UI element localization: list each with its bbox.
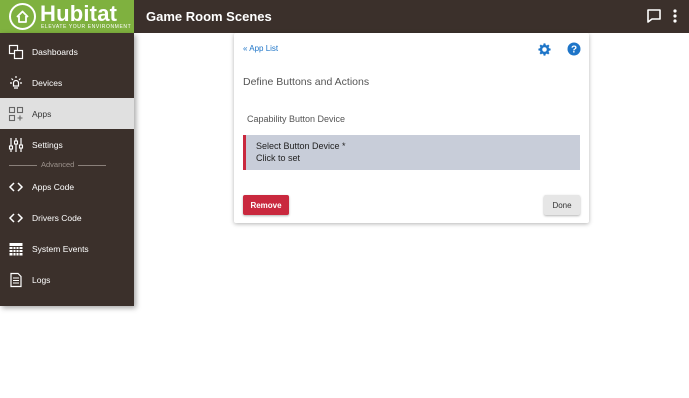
svg-text:?: ? [571, 45, 577, 56]
page-title: Game Room Scenes [146, 9, 272, 24]
sidebar-item-devices[interactable]: Devices [0, 67, 134, 98]
selector-subtitle: Click to set [256, 153, 301, 163]
divider-line [78, 165, 106, 166]
sidebar-item-system-events[interactable]: System Events [0, 233, 134, 264]
divider-label: Advanced [41, 160, 75, 169]
sidebar-item-label: System Events [32, 243, 89, 254]
sidebar-item-apps[interactable]: Apps [0, 98, 134, 129]
sidebar-item-settings[interactable]: Settings [0, 129, 134, 160]
gear-icon[interactable] [538, 43, 551, 56]
dashboards-icon [8, 44, 24, 60]
brand-tagline: ELEVATE YOUR ENVIRONMENT [41, 24, 132, 30]
advanced-divider: Advanced [0, 160, 134, 170]
settings-sliders-icon [8, 137, 24, 153]
section-label: Capability Button Device [247, 114, 346, 124]
document-icon [8, 272, 24, 288]
app-config-card: « App List ? Define Buttons and Actions … [234, 33, 589, 223]
sidebar-item-apps-code[interactable]: Apps Code [0, 171, 134, 202]
button-device-selector[interactable]: Select Button Device * Click to set [243, 135, 580, 170]
house-icon [9, 3, 36, 30]
more-vertical-icon[interactable] [666, 7, 684, 25]
selector-title: Select Button Device * [256, 141, 346, 151]
sidebar-item-label: Apps [32, 108, 52, 119]
hubitat-logo[interactable]: Hubitat ELEVATE YOUR ENVIRONMENT [0, 0, 134, 33]
sidebar-item-label: Apps Code [32, 181, 75, 192]
sidebar-item-label: Logs [32, 274, 51, 285]
sidebar-item-dashboards[interactable]: Dashboards [0, 36, 134, 67]
chat-icon[interactable] [645, 7, 663, 25]
sidebar-item-logs[interactable]: Logs [0, 264, 134, 295]
sidebar-item-drivers-code[interactable]: Drivers Code [0, 202, 134, 233]
help-icon[interactable]: ? [567, 42, 581, 56]
sidebar-item-label: Dashboards [32, 46, 78, 57]
sidebar-item-label: Drivers Code [32, 212, 82, 223]
devices-icon [8, 75, 24, 91]
code-icon [8, 179, 24, 195]
top-bar: Hubitat ELEVATE YOUR ENVIRONMENT Game Ro… [0, 0, 689, 33]
done-button[interactable]: Done [544, 195, 580, 215]
code-icon [8, 210, 24, 226]
sidebar: Dashboards Devices Apps Settings Advance… [0, 33, 134, 306]
calendar-icon [8, 241, 24, 257]
apps-icon [8, 106, 24, 122]
page-heading: Define Buttons and Actions [243, 76, 370, 88]
remove-button[interactable]: Remove [243, 195, 289, 215]
sidebar-item-label: Settings [32, 139, 63, 150]
app-list-link[interactable]: « App List [243, 44, 278, 53]
sidebar-item-label: Devices [32, 77, 63, 88]
divider-line [9, 165, 37, 166]
